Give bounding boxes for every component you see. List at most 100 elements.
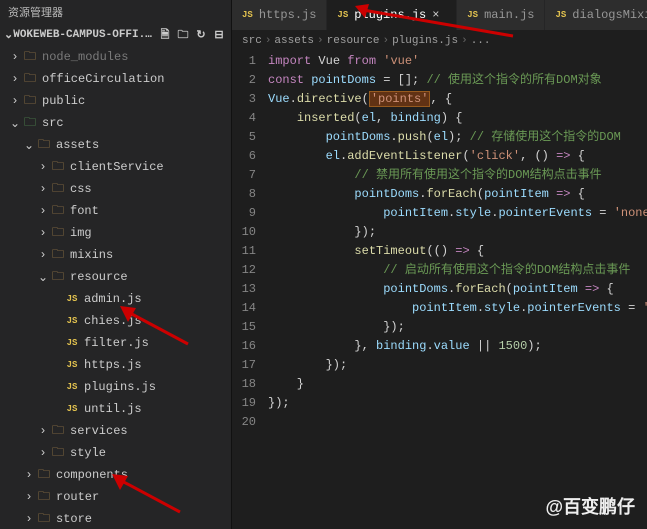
tree-item-label: public — [42, 94, 85, 108]
js-icon: JS — [337, 10, 348, 20]
chevron-right-icon: › — [8, 94, 22, 108]
line-gutter: 1234567891011121314151617181920 — [232, 52, 268, 529]
js-icon: JS — [64, 338, 80, 348]
tree-item[interactable]: ›🗀node_modules — [0, 46, 231, 68]
tree-item[interactable]: ›🗀services — [0, 420, 231, 442]
chevron-right-icon: › — [36, 182, 50, 196]
tree-item[interactable]: ›🗀 store — [0, 508, 231, 529]
folder-icon: 🗀 — [22, 69, 38, 90]
editor-tab[interactable]: JSplugins.js× — [327, 0, 457, 30]
editor-tab[interactable]: JShttps.js — [232, 0, 327, 30]
project-header[interactable]: ⌄ WOKEWEB-CAMPUS-OFFI... 🗎 🗀 ↻ ⊟ — [0, 24, 231, 46]
tree-item[interactable]: ›🗀clientService — [0, 156, 231, 178]
tree-item-label: mixins — [70, 248, 113, 262]
tree-item[interactable]: ›🗀style — [0, 442, 231, 464]
folder-icon: 🗀 — [36, 509, 52, 529]
chevron-right-icon: › — [22, 512, 36, 526]
folder-icon: 🗀 — [50, 179, 66, 200]
tree-item[interactable]: ›🗀 components — [0, 464, 231, 486]
js-icon: JS — [64, 382, 80, 392]
folder-icon: 🗀 — [22, 47, 38, 68]
folder-icon: 🗀 — [36, 135, 52, 156]
editor-tabs: JShttps.jsJSplugins.js×JSmain.jsJSdialog… — [232, 0, 647, 30]
tree-item-label: router — [56, 490, 99, 504]
tree-item-label: services — [70, 424, 128, 438]
tree-item[interactable]: JS https.js — [0, 354, 231, 376]
tree-item-label: officeCirculation — [42, 72, 164, 86]
js-icon: JS — [467, 10, 478, 20]
tree-item-label: assets — [56, 138, 99, 152]
chevron-down-icon: ⌄ — [4, 28, 13, 42]
js-icon: JS — [64, 316, 80, 326]
folder-icon: 🗀 — [36, 487, 52, 508]
code-lines[interactable]: import Vue from 'vue'const pointDoms = [… — [268, 52, 647, 529]
tree-item[interactable]: ⌄🗀 assets — [0, 134, 231, 156]
js-icon: JS — [64, 294, 80, 304]
folder-icon: 🗀 — [50, 157, 66, 178]
tree-item[interactable]: JSuntil.js — [0, 398, 231, 420]
folder-icon: 🗀 — [50, 245, 66, 266]
editor-tab[interactable]: JS dialogsMixins.js — [545, 0, 647, 30]
tree-item-label: https.js — [84, 358, 142, 372]
collapse-icon[interactable]: ⊟ — [211, 27, 227, 43]
tree-item-label: font — [70, 204, 99, 218]
close-icon[interactable]: × — [432, 8, 446, 22]
breadcrumb-segment[interactable]: src — [242, 35, 262, 47]
breadcrumbs[interactable]: src›assets›resource›plugins.js›... — [232, 30, 647, 52]
tree-item[interactable]: ›🗀img — [0, 222, 231, 244]
new-file-icon[interactable]: 🗎 — [157, 27, 173, 43]
chevron-right-icon: › — [8, 72, 22, 86]
chevron-right-icon: › — [36, 204, 50, 218]
code-editor[interactable]: 1234567891011121314151617181920 import V… — [232, 52, 647, 529]
js-icon: JS — [555, 10, 566, 20]
tree-item[interactable]: JSplugins.js — [0, 376, 231, 398]
file-tree: ›🗀node_modules›🗀officeCirculation›🗀publi… — [0, 46, 231, 529]
tab-label: main.js — [484, 8, 534, 22]
tree-item-label: admin.js — [84, 292, 142, 306]
tree-item[interactable]: ›🗀 mixins — [0, 244, 231, 266]
breadcrumb-segment[interactable]: plugins.js — [392, 35, 458, 47]
chevron-down-icon: ⌄ — [36, 270, 50, 285]
tree-item[interactable]: ⌄🗀src — [0, 112, 231, 134]
tree-item-label: store — [56, 512, 92, 526]
tree-item[interactable]: JS filter.js — [0, 332, 231, 354]
tree-item-label: img — [70, 226, 92, 240]
tree-item-label: until.js — [84, 402, 142, 416]
refresh-icon[interactable]: ↻ — [193, 27, 209, 43]
tree-item-label: filter.js — [84, 336, 149, 350]
tree-item-label: clientService — [70, 160, 164, 174]
breadcrumb-segment[interactable]: ... — [471, 35, 491, 47]
chevron-right-icon: › — [36, 446, 50, 460]
tree-item[interactable]: JS admin.js — [0, 288, 231, 310]
chevron-down-icon: ⌄ — [8, 116, 22, 131]
folder-icon: 🗀 — [22, 91, 38, 112]
editor-tab[interactable]: JS main.js — [457, 0, 545, 30]
breadcrumb-segment[interactable]: resource — [327, 35, 380, 47]
tree-item[interactable]: ›🗀 css — [0, 178, 231, 200]
chevron-right-icon: › — [22, 468, 36, 482]
explorer-title: 资源管理器 — [0, 0, 231, 24]
folder-icon: 🗀 — [50, 223, 66, 244]
tree-item-label: chies.js — [84, 314, 142, 328]
tree-item[interactable]: ›🗀 router — [0, 486, 231, 508]
folder-icon: 🗀 — [50, 201, 66, 222]
tree-item[interactable]: ›🗀 font — [0, 200, 231, 222]
chevron-right-icon: › — [22, 490, 36, 504]
tree-item-label: style — [70, 446, 106, 460]
chevron-down-icon: ⌄ — [22, 138, 36, 153]
tree-item[interactable]: ›🗀 officeCirculation — [0, 68, 231, 90]
tree-item[interactable]: ⌄🗀resource — [0, 266, 231, 288]
breadcrumb-segment[interactable]: assets — [274, 35, 314, 47]
new-folder-icon[interactable]: 🗀 — [175, 27, 191, 43]
editor-area: JShttps.jsJSplugins.js×JSmain.jsJSdialog… — [232, 0, 647, 529]
chevron-right-icon: › — [8, 50, 22, 64]
chevron-right-icon: › — [36, 248, 50, 262]
tab-label: dialogsMixins.js — [572, 8, 647, 22]
tree-item[interactable]: JS chies.js — [0, 310, 231, 332]
tree-item[interactable]: ›🗀 public — [0, 90, 231, 112]
project-name: WOKEWEB-CAMPUS-OFFI... — [13, 29, 155, 41]
js-icon: JS — [64, 360, 80, 370]
tree-item-label: components — [56, 468, 128, 482]
tree-item-label: css — [70, 182, 92, 196]
folder-icon: 🗀 — [36, 465, 52, 486]
